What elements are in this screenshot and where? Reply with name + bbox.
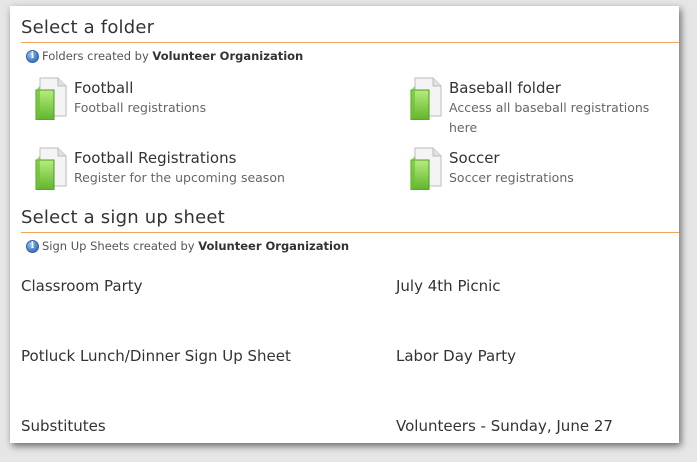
sheets-section-divider — [21, 232, 679, 233]
folders-section-title: Select a folder — [21, 17, 155, 38]
folder-description: Soccer registrations — [449, 170, 574, 185]
sheets-info-line: i Sign Up Sheets created by Volunteer Or… — [26, 239, 349, 253]
folder-icon — [409, 146, 443, 190]
sheet-item-potluck[interactable]: Potluck Lunch/Dinner Sign Up Sheet — [21, 347, 291, 365]
sheets-info-prefix: Sign Up Sheets created by — [42, 239, 195, 253]
sheet-item-volunteers-june-27[interactable]: Volunteers - Sunday, June 27 — [396, 417, 613, 435]
folder-item-football-registrations[interactable]: Football Registrations Register for the … — [34, 146, 285, 190]
folder-item-baseball[interactable]: Baseball folder Access all baseball regi… — [409, 76, 679, 138]
info-icon: i — [26, 239, 39, 253]
sheet-item-classroom-party[interactable]: Classroom Party — [21, 277, 143, 295]
folder-name: Football Registrations — [74, 149, 237, 167]
folder-description: Access all baseball registrations here — [449, 100, 650, 135]
folder-icon — [34, 146, 68, 190]
sheets-section-title: Select a sign up sheet — [21, 207, 225, 228]
folder-description: Register for the upcoming season — [74, 170, 285, 185]
folder-item-football[interactable]: Football Football registrations — [34, 76, 207, 120]
sheet-item-labor-day-party[interactable]: Labor Day Party — [396, 347, 516, 365]
folder-name: Baseball folder — [449, 79, 561, 97]
sheet-item-july-4th-picnic[interactable]: July 4th Picnic — [396, 277, 501, 295]
sheets-info-org: Volunteer Organization — [198, 239, 350, 253]
folder-name: Soccer — [449, 149, 500, 167]
folder-item-soccer[interactable]: Soccer Soccer registrations — [409, 146, 574, 190]
folder-icon — [409, 76, 443, 120]
content-panel: Select a folder i Folders created by Vol… — [10, 6, 679, 443]
info-icon: i — [26, 49, 39, 63]
folders-info-line: i Folders created by Volunteer Organizat… — [26, 49, 303, 63]
folders-info-org: Volunteer Organization — [152, 49, 304, 63]
folders-section-divider — [21, 42, 679, 43]
folder-icon — [34, 76, 68, 120]
sheet-item-substitutes[interactable]: Substitutes — [21, 417, 106, 435]
folder-name: Football — [74, 79, 134, 97]
folders-info-prefix: Folders created by — [42, 49, 149, 63]
folder-description: Football registrations — [74, 100, 207, 115]
